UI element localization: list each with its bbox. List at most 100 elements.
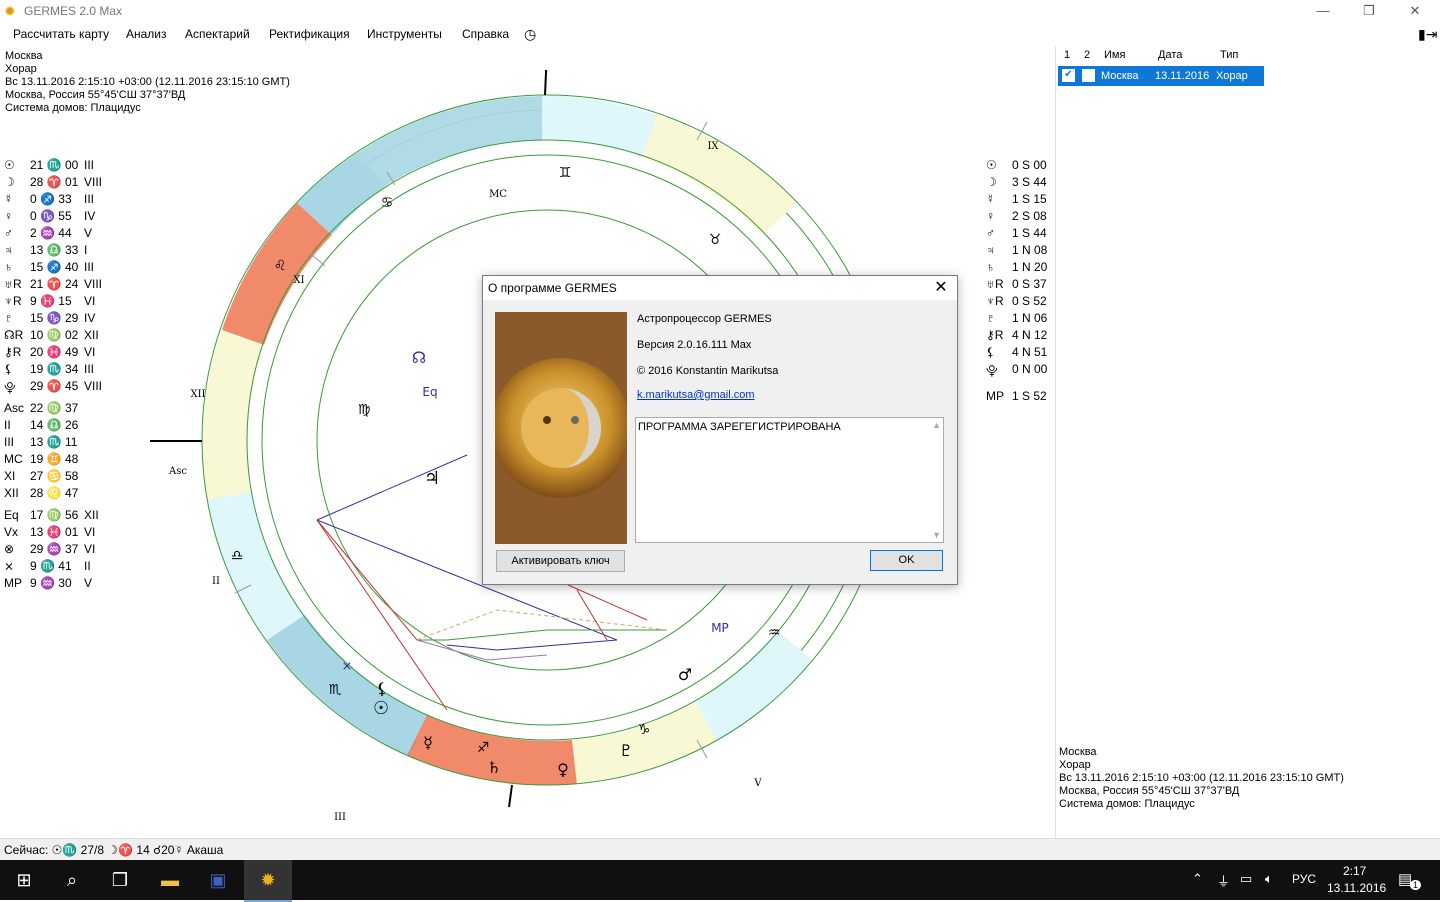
chevron-up-icon[interactable]: ⌃ <box>1192 871 1203 887</box>
file-explorer-icon[interactable]: ▬ <box>146 860 194 900</box>
germes-taskbar-icon[interactable]: ✹ <box>244 860 292 902</box>
clock-time[interactable]: 2:17 <box>1343 864 1366 878</box>
product-name: Астропроцессор GERMES <box>637 313 772 325</box>
house-xi-label: XI <box>293 275 304 286</box>
menu-rectification[interactable]: Ректификация <box>269 27 350 41</box>
charts-list-panel: 1 2 Имя Дата Тип ✔ Москва 13.11.2016 Хор… <box>1055 46 1440 838</box>
svg-text:♑: ♑ <box>638 722 651 738</box>
list-item[interactable]: ✔ Москва 13.11.2016 Хорар <box>1058 66 1264 86</box>
registration-textarea[interactable]: ПРОГРАММА ЗАРЕГЕГИСТРИРОВАНА ▲ ▼ <box>635 417 944 543</box>
mercury-icon: ☿ <box>986 192 995 206</box>
scroll-down-icon[interactable]: ▼ <box>932 530 941 540</box>
dialog-title-bar: О программе GERMES ✕ <box>483 276 957 300</box>
clock-date[interactable]: 13.11.2016 <box>1327 881 1386 895</box>
col-1-header[interactable]: 1 <box>1064 49 1070 61</box>
svg-text:♊: ♊ <box>559 165 572 181</box>
menu-calculate[interactable]: Рассчитать карту <box>13 27 109 41</box>
svg-text:♍: ♍ <box>358 402 371 418</box>
moon-icon: ☽ <box>986 175 997 189</box>
svg-text:♀: ♀ <box>557 760 569 779</box>
selected-chart-info: Москва Хорар Вс 13.11.2016 2:15:10 +03:0… <box>1059 746 1344 810</box>
saturn-icon: ♄ <box>4 260 13 274</box>
list-item-name: Москва <box>1101 70 1139 82</box>
checkbox-1[interactable]: ✔ <box>1062 69 1075 82</box>
copyright-text: © 2016 Konstantin Marikutsa <box>637 365 779 377</box>
jupiter-icon: ♃ <box>986 243 995 257</box>
asc-label: Asc <box>168 466 187 477</box>
close-button[interactable]: ✕ <box>1392 0 1438 22</box>
svg-text:♌: ♌ <box>274 258 287 274</box>
mars-icon: ♂ <box>4 226 13 240</box>
house-xii-label: XII <box>190 389 205 400</box>
sun-icon: ✹ <box>4 3 16 19</box>
scroll-up-icon[interactable]: ▲ <box>932 420 941 430</box>
about-dialog: О программе GERMES ✕ Астропроцессор GERM… <box>482 275 958 585</box>
lilith-icon: ⚸ <box>986 345 995 359</box>
mc-label: MC <box>489 189 507 200</box>
sun-moon-image <box>495 312 627 544</box>
selena-icon: ⯓ <box>4 381 16 395</box>
moon-icon: ☽ <box>4 175 15 189</box>
svg-text:♃: ♃ <box>424 468 440 489</box>
col-2-header[interactable]: 2 <box>1084 49 1090 61</box>
minimize-button[interactable]: — <box>1300 0 1346 22</box>
sun-icon: ☉ <box>4 158 15 172</box>
version-text: Версия 2.0.16.111 Max <box>637 339 752 351</box>
restore-button[interactable]: ❐ <box>1346 0 1392 22</box>
mp-label: MP <box>711 621 729 635</box>
task-view-icon[interactable]: ❐ <box>96 860 144 900</box>
svg-text:♂: ♂ <box>678 665 692 684</box>
language-indicator[interactable]: РУС <box>1292 872 1316 886</box>
house-iii-label: III <box>334 812 346 823</box>
svg-text:♇: ♇ <box>619 741 633 760</box>
pluto-icon: ♇ <box>986 311 995 325</box>
checkbox-2[interactable] <box>1082 69 1095 82</box>
svg-text:♒: ♒ <box>768 625 781 641</box>
house-v-label: V <box>753 778 762 789</box>
mars-icon: ♂ <box>986 226 995 240</box>
col-type-header[interactable]: Тип <box>1220 49 1238 61</box>
info-city: Москва <box>5 50 43 62</box>
menu-aspectarium[interactable]: Аспектарий <box>185 27 250 41</box>
dialog-close-button[interactable]: ✕ <box>929 277 953 299</box>
ok-button[interactable]: OK <box>870 550 943 571</box>
list-item-type: Хорар <box>1216 70 1248 82</box>
house-ix-label: IX <box>707 141 719 152</box>
svg-text:⚸: ⚸ <box>376 679 388 698</box>
svg-text:♎: ♎ <box>231 548 244 564</box>
panel-toggle-icon[interactable]: ▮⇥ <box>1418 26 1437 43</box>
house-ii-label: II <box>212 576 220 587</box>
menu-help[interactable]: Справка <box>462 27 509 41</box>
menu-bar: Рассчитать карту Анализ Аспектарий Ректи… <box>0 24 1440 45</box>
network-icon[interactable]: ▭ <box>1240 871 1252 887</box>
col-name-header[interactable]: Имя <box>1104 49 1125 61</box>
svg-text:♐: ♐ <box>477 740 490 756</box>
svg-text:⨯: ⨯ <box>342 659 353 674</box>
svg-text:♉: ♉ <box>709 232 722 248</box>
email-link[interactable]: k.marikutsa@gmail.com <box>637 389 755 401</box>
pluto-icon: ♇ <box>4 311 13 325</box>
status-text: Сейчас: ☉♏ 27/8 ☽♈ 14 ☌20☿ Акаша <box>4 843 224 857</box>
venus-icon: ♀ <box>4 209 13 223</box>
lilith-icon: ⚸ <box>4 362 13 376</box>
menu-analysis[interactable]: Анализ <box>126 27 167 41</box>
clock-icon[interactable]: ◷ <box>524 26 536 43</box>
saturn-icon: ♄ <box>986 260 995 274</box>
activate-key-button[interactable]: Активировать ключ <box>496 550 625 572</box>
col-date-header[interactable]: Дата <box>1158 49 1182 61</box>
list-header: 1 2 Имя Дата Тип <box>1056 46 1266 64</box>
taskbar: ⊞ ⌕ ❐ ▬ ▣ ✹ ⌃ ⏚ ▭ 🔈︎ РУС 2:17 13.11.2016… <box>0 860 1440 902</box>
window-title: GERMES 2.0 Max <box>24 4 123 18</box>
search-icon[interactable]: ⌕ <box>48 860 96 900</box>
eq-label: Eq <box>422 385 437 399</box>
svg-text:☿: ☿ <box>423 733 433 752</box>
floppy-app-icon[interactable]: ▣ <box>194 860 242 900</box>
windows-start-icon[interactable]: ⊞ <box>0 860 48 900</box>
svg-text:☊: ☊ <box>412 348 426 367</box>
menu-tools[interactable]: Инструменты <box>367 27 442 41</box>
sun-icon: ☉ <box>986 158 997 172</box>
volume-icon[interactable]: 🔈︎ <box>1265 871 1273 887</box>
neptune-icon: ♆R <box>4 294 22 308</box>
usb-icon[interactable]: ⏚ <box>1217 871 1230 890</box>
venus-icon: ♀ <box>986 209 995 223</box>
